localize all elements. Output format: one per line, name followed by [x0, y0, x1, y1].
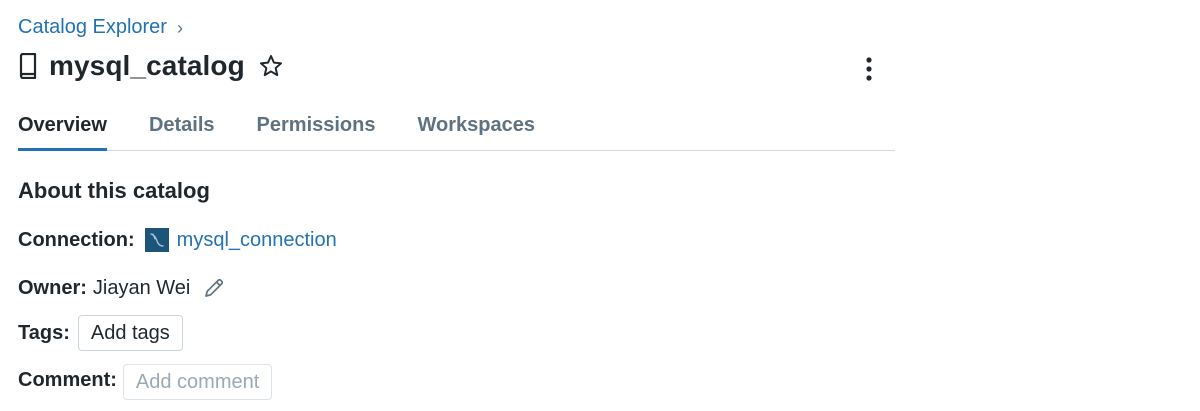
- owner-value: Jiayan Wei: [92, 276, 191, 299]
- tab-workspaces[interactable]: Workspaces: [418, 110, 535, 150]
- add-tags-button[interactable]: Add tags: [77, 315, 183, 351]
- kebab-menu-icon[interactable]: [855, 54, 883, 84]
- comment-label: Comment:: [18, 369, 117, 391]
- tags-row: Tags: Add tags: [18, 315, 183, 351]
- tab-permissions[interactable]: Permissions: [257, 110, 376, 150]
- connection-label: Connection:: [18, 228, 135, 251]
- breadcrumb: Catalog Explorer ›: [18, 16, 183, 39]
- mysql-icon: [144, 228, 169, 252]
- page-title: mysql_catalog: [49, 50, 245, 81]
- book-icon: [18, 51, 40, 81]
- connection-link[interactable]: mysql_connection: [177, 229, 337, 252]
- tab-details[interactable]: Details: [149, 110, 215, 150]
- connection-row: Connection: mysql_connection: [18, 228, 337, 252]
- tags-label: Tags:: [18, 321, 70, 344]
- comment-row: Comment: Add comment: [18, 364, 273, 400]
- chevron-right-icon: ›: [176, 17, 183, 38]
- add-comment-button[interactable]: Add comment: [122, 364, 273, 400]
- catalog-page: Catalog Explorer › mysql_catalog Overvie…: [0, 0, 1200, 411]
- breadcrumb-catalog-explorer-link[interactable]: Catalog Explorer: [18, 16, 167, 39]
- tab-bar: Overview Details Permissions Workspaces: [18, 110, 895, 151]
- star-outline-icon[interactable]: [258, 53, 284, 79]
- about-heading: About this catalog: [18, 178, 210, 203]
- pencil-icon[interactable]: [202, 276, 226, 300]
- title-row: mysql_catalog: [18, 50, 284, 82]
- owner-label: Owner:: [18, 276, 87, 299]
- tab-overview[interactable]: Overview: [18, 110, 107, 151]
- owner-row: Owner: Jiayan Wei: [18, 276, 226, 300]
